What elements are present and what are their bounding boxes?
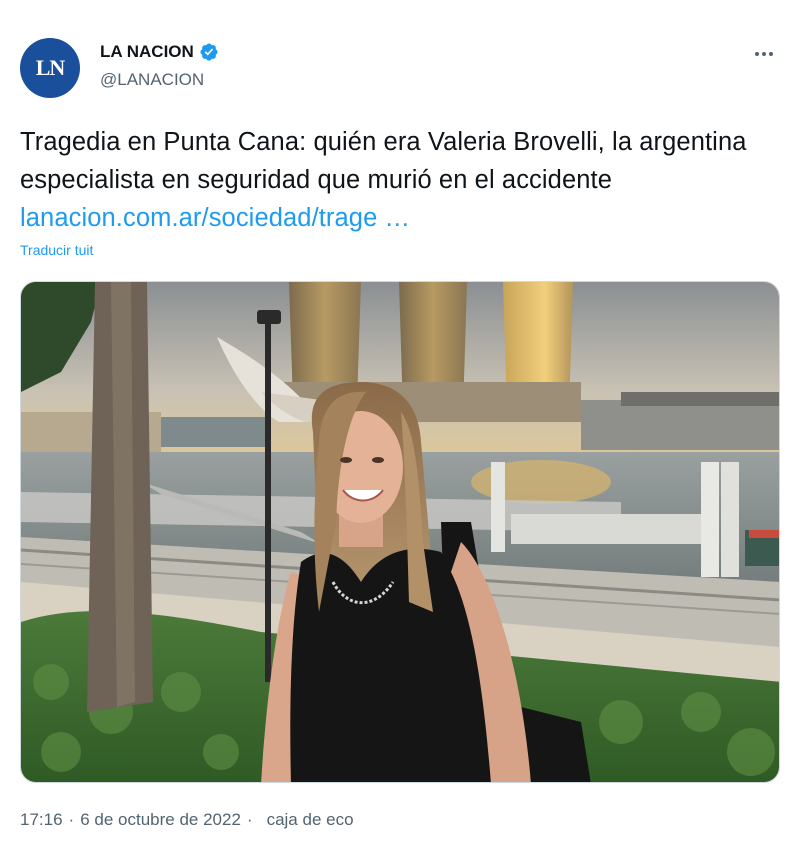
author-name: LA NACION — [100, 42, 194, 61]
verified-badge-icon — [200, 43, 218, 61]
author-name-row[interactable]: LA NACION — [100, 42, 219, 62]
tweet-date[interactable]: 6 de octubre de 2022 — [80, 810, 241, 830]
photo-woman-singapore-waterfront — [21, 282, 779, 782]
tweet-source[interactable]: caja de eco — [267, 810, 354, 830]
tweet-time[interactable]: 17:16 — [20, 810, 63, 830]
more-options-button[interactable] — [748, 38, 780, 70]
meta-separator: · — [246, 810, 253, 829]
avatar[interactable]: LN — [20, 38, 80, 98]
meta-separator: · — [68, 810, 75, 829]
avatar-initials: LN — [35, 55, 66, 80]
author-handle[interactable]: @LANACION — [100, 70, 204, 90]
tweet-text: Tragedia en Punta Cana: quién era Valeri… — [20, 123, 780, 237]
translate-tweet-link[interactable]: Traducir tuit — [20, 242, 93, 258]
tweet-card: LN LA NACION @LANACION Tragedia en Punta… — [0, 0, 800, 856]
tweet-photo[interactable] — [20, 281, 780, 783]
tweet-meta: 17:16 · 6 de octubre de 2022 · caja de e… — [20, 810, 354, 830]
tweet-link[interactable]: lanacion.com.ar/sociedad/trage … — [20, 204, 410, 232]
more-horizontal-icon — [755, 52, 773, 56]
tweet-body: Tragedia en Punta Cana: quién era Valeri… — [20, 128, 747, 194]
